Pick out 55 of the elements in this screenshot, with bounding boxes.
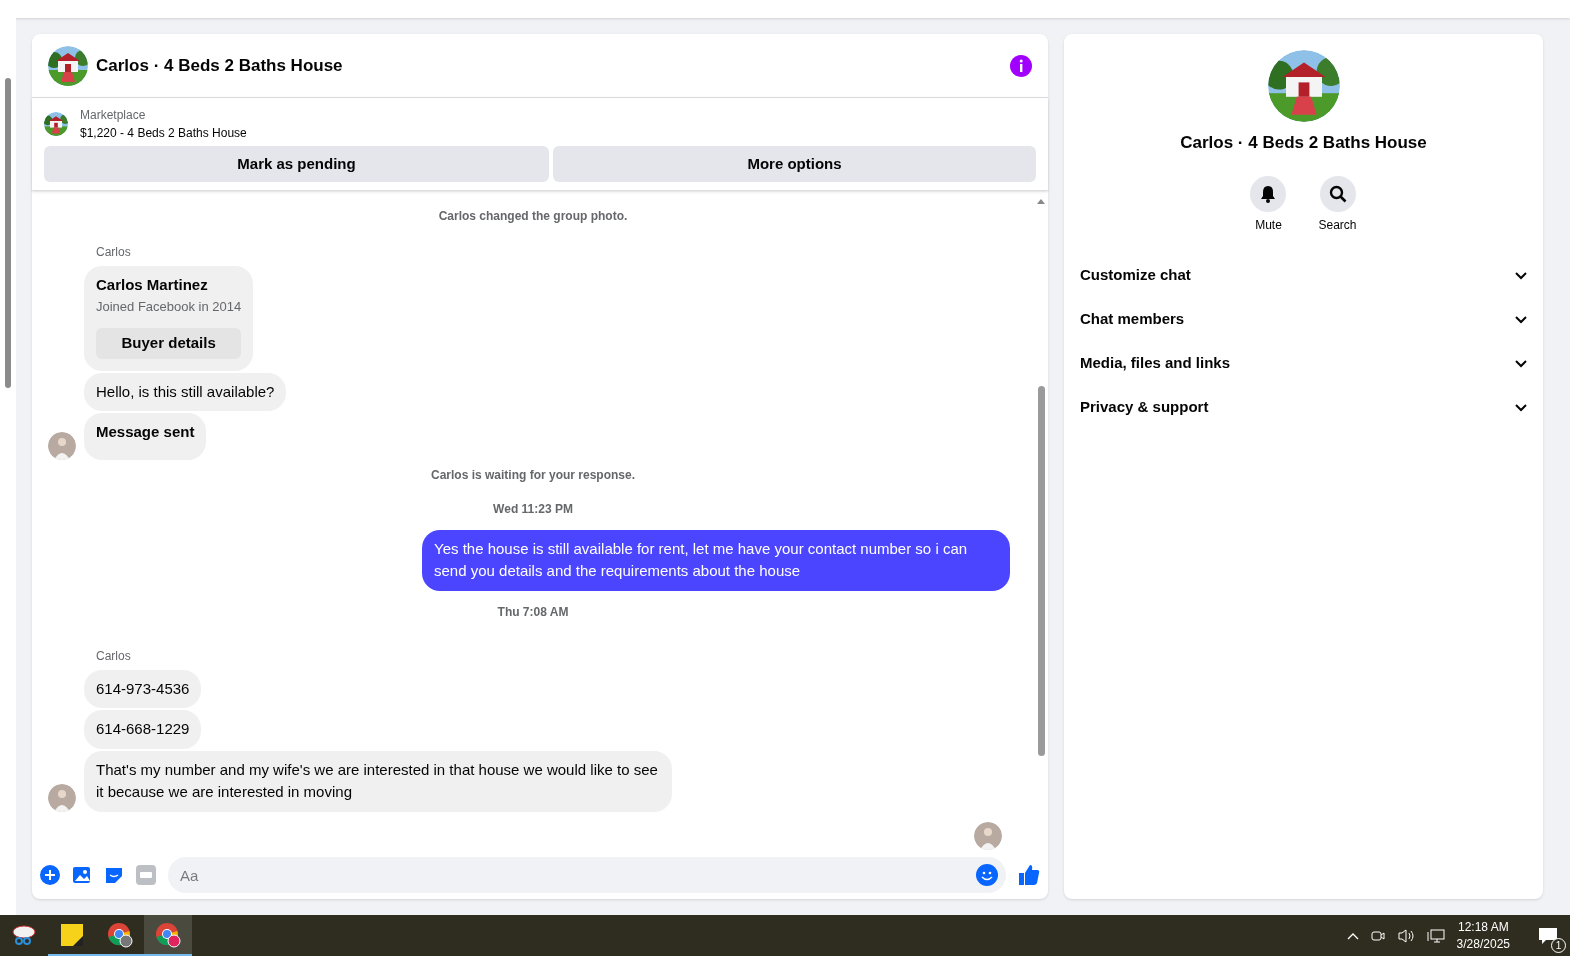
chevron-up-icon[interactable] [1346, 931, 1359, 940]
chevron-down-icon [1515, 403, 1527, 412]
timestamp: Wed 11:23 PM [493, 500, 573, 518]
image-icon[interactable] [72, 865, 92, 885]
browser-icon [155, 921, 181, 948]
incoming-message: That's my number and my wife's we are interested in that house we would like to see it because we are interested in moving [84, 750, 672, 812]
speaker-icon[interactable] [1396, 927, 1415, 944]
notification-icon[interactable] [1538, 926, 1558, 945]
buyer-details-button[interactable]: Buyer details [96, 328, 242, 359]
notification-count: 1 [1551, 937, 1566, 953]
incoming-message: 614-973-4536 [84, 669, 202, 708]
incoming-message: Message sent [84, 413, 207, 460]
chevron-down-icon [1515, 315, 1527, 324]
joined-text: Joined Facebook in 2014 [96, 297, 242, 316]
message-field[interactable]: Aa [168, 857, 1006, 893]
listing-summary: $1,220 - 4 Beds 2 Baths House [80, 125, 247, 142]
timestamp: Thu 7:08 AM [497, 603, 569, 621]
action-button[interactable]: Mark as pending [44, 146, 549, 182]
panel-section[interactable]: Media, files and links [1080, 341, 1527, 386]
browser-icon [107, 921, 133, 948]
sender-name: Carlos [96, 648, 131, 663]
user-avatar [48, 431, 76, 460]
clock-date: 3/28/2025 [1456, 935, 1510, 953]
panel-section[interactable]: Chat members [1080, 297, 1527, 342]
group-photo [48, 45, 88, 86]
sticker-icon[interactable] [104, 865, 124, 885]
buyer-name: Carlos Martinez [96, 275, 209, 295]
network-icon[interactable] [1426, 927, 1445, 944]
chevron-down-icon [1515, 271, 1527, 280]
chat-notice: Carlos is waiting for your response. [430, 466, 635, 484]
plus-icon[interactable] [40, 865, 60, 885]
scissors-icon [11, 923, 37, 946]
clock-time: 12:18 AM [1457, 918, 1509, 936]
bell-icon [1259, 184, 1278, 203]
user-avatar [48, 783, 76, 812]
thumbs-up-icon[interactable] [1018, 864, 1040, 886]
panel-section[interactable]: Customize chat [1080, 253, 1527, 298]
chevron-down-icon [1515, 359, 1527, 368]
listing-thumbnail [44, 112, 68, 136]
emoji-icon[interactable] [976, 864, 998, 886]
incoming-message: 614-668-1229 [84, 710, 202, 749]
seen-avatar [974, 821, 1002, 850]
sender-name: Carlos [96, 245, 131, 259]
search-icon [1328, 184, 1347, 203]
taskbar-app[interactable] [144, 915, 192, 956]
panel-title: Carlos · 4 Beds 2 Baths House [1180, 132, 1427, 154]
panel-section[interactable]: Privacy & support [1080, 385, 1527, 430]
action-button[interactable]: More options [553, 146, 1036, 182]
info-icon[interactable] [1010, 54, 1032, 77]
sticky-note-icon [61, 923, 83, 946]
chat-title: Carlos · 4 Beds 2 Baths House [96, 54, 344, 77]
chat-notice: Carlos changed the group photo. [438, 208, 628, 225]
incoming-message: Hello, is this still available? [84, 372, 287, 411]
listing-source: Marketplace [80, 107, 147, 124]
outgoing-message: Yes the house is still available for rent, let me have your contact number so i can send you details and the requirements about the house [422, 529, 1010, 591]
